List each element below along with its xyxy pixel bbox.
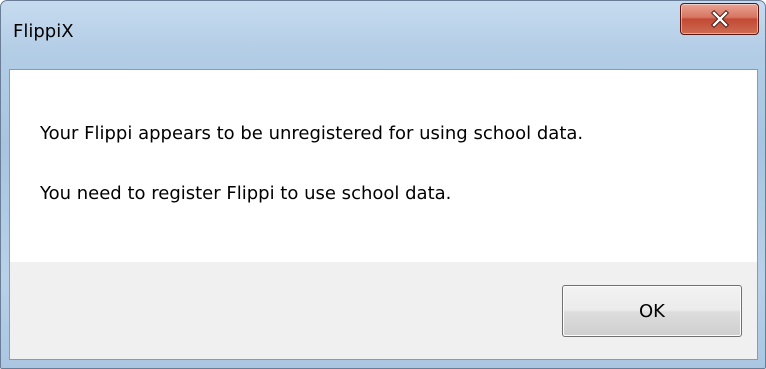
dialog-client-area: Your Flippi appears to be unregistered f…: [9, 69, 758, 360]
close-icon: [710, 10, 729, 28]
message-line-1: Your Flippi appears to be unregistered f…: [40, 123, 584, 144]
message-panel: Your Flippi appears to be unregistered f…: [10, 70, 757, 262]
message-line-2: You need to register Flippi to use schoo…: [40, 183, 452, 204]
window-title: FlippiX: [13, 21, 74, 42]
button-footer: OK: [10, 262, 757, 359]
ok-button[interactable]: OK: [562, 285, 742, 337]
title-bar[interactable]: FlippiX: [1, 1, 765, 69]
dialog-window: FlippiX Your Flippi appears to be unregi…: [0, 0, 766, 369]
close-button[interactable]: [680, 3, 759, 35]
